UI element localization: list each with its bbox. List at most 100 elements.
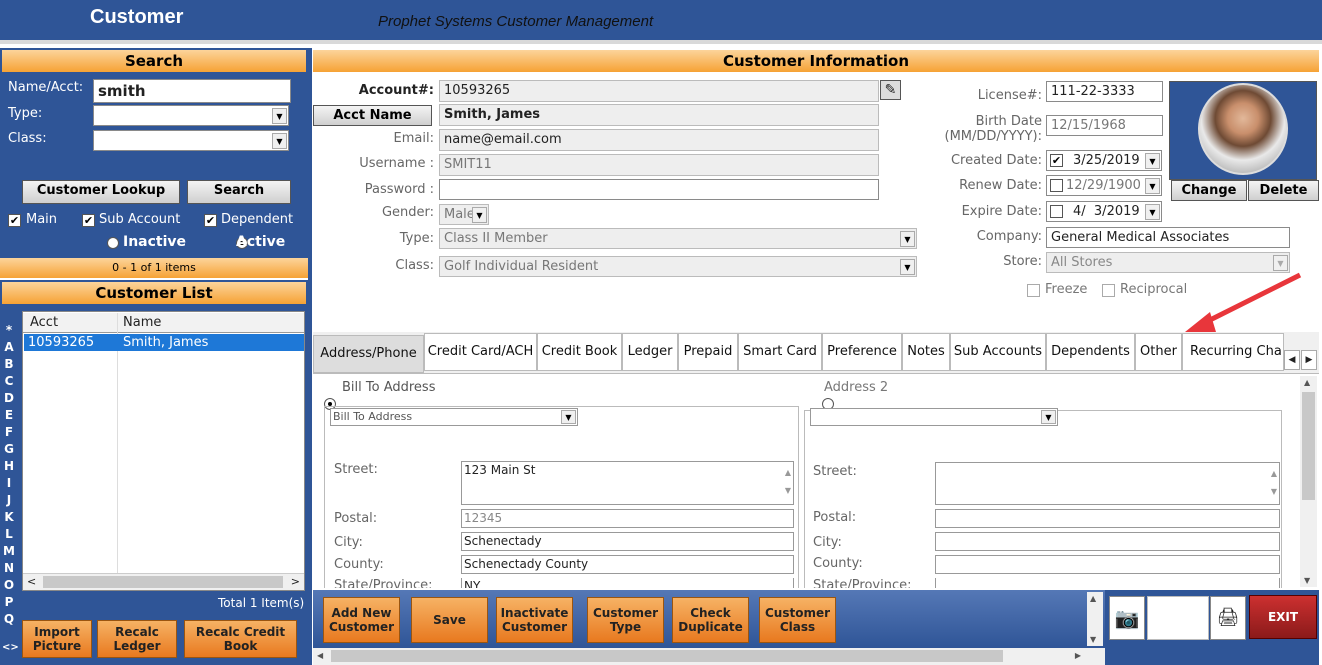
reciprocal-checkbox[interactable] <box>1102 284 1115 297</box>
birth-date-field[interactable]: 12/15/1968 <box>1046 115 1163 136</box>
renew-date-checkbox[interactable] <box>1050 179 1063 192</box>
letter-index-b[interactable]: B <box>2 357 16 371</box>
bill-to-select[interactable]: Bill To Address ▼ <box>330 408 578 426</box>
state2-field[interactable] <box>935 578 1280 588</box>
address-vscrollbar[interactable]: ▲ ▼ <box>1300 376 1317 587</box>
change-photo-button[interactable]: Change <box>1171 180 1247 201</box>
gender-select[interactable]: Male ▼ <box>439 204 489 225</box>
letter-scroll-arrows[interactable]: <> <box>2 642 19 653</box>
city-field[interactable]: Schenectady <box>461 532 794 551</box>
street-field[interactable]: 123 Main St ▲ ▼ <box>461 461 794 505</box>
textarea-scroll[interactable]: ▲ ▼ <box>785 464 791 500</box>
inactivate-customer-button[interactable]: Inactivate Customer <box>496 597 573 643</box>
letter-index-e[interactable]: E <box>2 408 16 422</box>
renew-date-picker[interactable]: 12/29/1900 ▼ <box>1046 175 1162 196</box>
tab-sub-accounts[interactable]: Sub Accounts <box>950 333 1046 371</box>
expire-date-checkbox[interactable] <box>1050 205 1063 218</box>
letter-index-o[interactable]: O <box>2 578 16 592</box>
chevron-down-icon[interactable]: ▼ <box>561 410 576 424</box>
edit-account-button[interactable]: ✎ <box>880 80 901 100</box>
county-field[interactable]: Schenectady County <box>461 555 794 574</box>
name-acct-input[interactable]: smith <box>93 79 291 103</box>
password-field[interactable] <box>439 179 879 200</box>
tab-smart-card[interactable]: Smart Card <box>738 333 822 371</box>
tab-ledger[interactable]: Ledger <box>622 333 678 371</box>
city2-field[interactable] <box>935 532 1280 551</box>
postal-field[interactable]: 12345 <box>461 509 794 528</box>
toolbar-vscroll[interactable]: ▲ ▼ <box>1087 592 1103 646</box>
letter-index-p[interactable]: P <box>2 595 16 609</box>
table-row[interactable]: 10593265 Smith, James <box>24 334 304 351</box>
expire-date-picker[interactable]: 4/ 3/2019 ▼ <box>1046 201 1162 222</box>
customer-lookup-button[interactable]: Customer Lookup <box>22 180 180 204</box>
letter-index-q[interactable]: Q <box>2 612 16 626</box>
tab-address-phone[interactable]: Address/Phone <box>313 335 424 373</box>
chevron-down-icon[interactable]: ▼ <box>472 207 487 223</box>
created-date-picker[interactable]: ✔ 3/25/2019 ▼ <box>1046 150 1162 171</box>
import-picture-button[interactable]: Import Picture <box>22 620 92 658</box>
tab-prepaid[interactable]: Prepaid <box>678 333 738 371</box>
letter-index-f[interactable]: F <box>2 425 16 439</box>
class-select[interactable]: ▼ <box>93 130 289 151</box>
freeze-checkbox[interactable] <box>1027 284 1040 297</box>
chevron-down-icon[interactable]: ▼ <box>1041 410 1056 424</box>
email-field[interactable]: name@email.com <box>439 129 879 151</box>
tab-dependents[interactable]: Dependents <box>1046 333 1135 371</box>
username-field[interactable]: SMIT11 <box>439 154 879 176</box>
calendar-dropdown-icon[interactable]: ▼ <box>1145 153 1160 169</box>
tab-scroll-left[interactable]: ◀ <box>1284 350 1300 370</box>
check-duplicate-button[interactable]: Check Duplicate <box>672 597 749 643</box>
letter-index-d[interactable]: D <box>2 391 16 405</box>
tab-other[interactable]: Other <box>1135 333 1182 371</box>
type-select[interactable]: ▼ <box>93 105 289 126</box>
inactive-radio[interactable] <box>107 237 119 249</box>
save-button[interactable]: Save <box>411 597 488 643</box>
letter-index-n[interactable]: N <box>2 561 16 575</box>
letter-index-k[interactable]: K <box>2 510 16 524</box>
chevron-down-icon[interactable]: ▼ <box>272 108 287 124</box>
address2-select[interactable]: ▼ <box>810 408 1058 426</box>
letter-index-i[interactable]: I <box>2 476 16 490</box>
letter-index-all[interactable]: * <box>2 323 16 337</box>
letter-index-j[interactable]: J <box>2 493 16 507</box>
dependent-checkbox[interactable]: ✔ <box>204 214 217 227</box>
delete-photo-button[interactable]: Delete <box>1248 180 1319 201</box>
main-checkbox[interactable]: ✔ <box>8 214 21 227</box>
search-button[interactable]: Search <box>187 180 291 204</box>
camera-button[interactable]: 📷 <box>1109 596 1145 640</box>
tab-preference[interactable]: Preference <box>822 333 902 371</box>
grid-hscrollbar[interactable]: < > <box>23 573 304 590</box>
calendar-dropdown-icon[interactable]: ▼ <box>1145 178 1160 194</box>
col-name-header[interactable]: Name <box>123 315 161 330</box>
letter-index-g[interactable]: G <box>2 442 16 456</box>
exit-button[interactable]: EXIT <box>1249 595 1317 639</box>
company-field[interactable]: General Medical Associates <box>1046 227 1290 248</box>
customer-class-button[interactable]: Customer Class <box>759 597 836 643</box>
letter-index-h[interactable]: H <box>2 459 16 473</box>
license-field[interactable]: 111-22-3333 <box>1046 81 1163 102</box>
tab-scroll-right[interactable]: ▶ <box>1301 350 1317 370</box>
created-date-checkbox[interactable]: ✔ <box>1050 154 1063 167</box>
chevron-down-icon[interactable]: ▼ <box>272 133 287 149</box>
customer-type-button[interactable]: Customer Type <box>587 597 664 643</box>
tab-credit-book[interactable]: Credit Book <box>537 333 622 371</box>
tab-recurring-char[interactable]: Recurring Char <box>1182 333 1284 371</box>
state-field[interactable]: NY <box>461 578 794 588</box>
scanner-button[interactable]: 🖨 <box>1210 596 1246 640</box>
chevron-down-icon[interactable]: ▼ <box>900 259 915 275</box>
sub-account-checkbox[interactable]: ✔ <box>82 214 95 227</box>
chevron-down-icon[interactable]: ▼ <box>900 231 915 247</box>
recalc-credit-book-button[interactable]: Recalc Credit Book <box>184 620 297 658</box>
calendar-dropdown-icon[interactable]: ▼ <box>1145 204 1160 220</box>
textarea-scroll[interactable]: ▲ ▼ <box>1271 465 1277 501</box>
county2-field[interactable] <box>935 555 1280 574</box>
recalc-ledger-button[interactable]: Recalc Ledger <box>97 620 177 658</box>
letter-index-m[interactable]: M <box>2 544 16 558</box>
letter-index-l[interactable]: L <box>2 527 16 541</box>
tab-notes[interactable]: Notes <box>902 333 950 371</box>
type-info-select[interactable]: Class II Member ▼ <box>439 228 917 249</box>
col-acct-header[interactable]: Acct <box>30 315 58 330</box>
letter-index-a[interactable]: A <box>2 340 16 354</box>
letter-index-c[interactable]: C <box>2 374 16 388</box>
acct-name-button[interactable]: Acct Name <box>313 105 432 126</box>
